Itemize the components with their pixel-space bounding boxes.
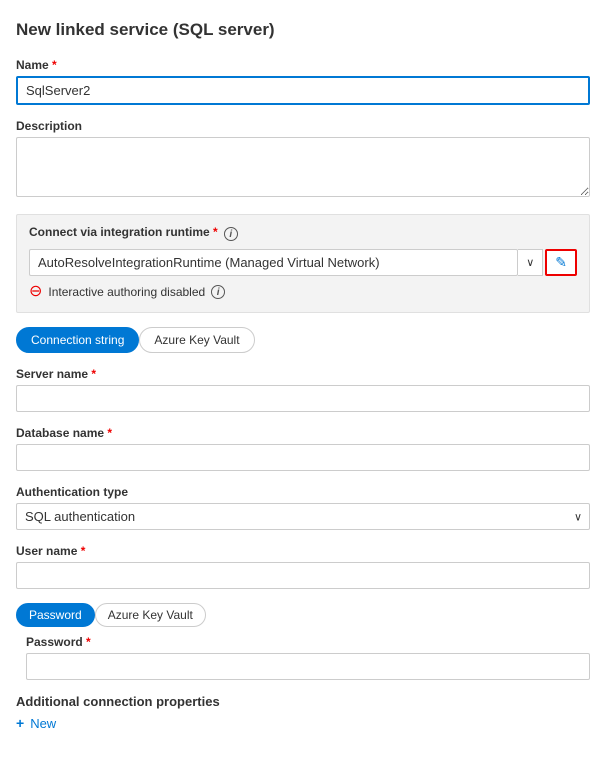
integration-runtime-section: Connect via integration runtime i ∨ ✎ ⊖ … [16,214,590,313]
user-name-label: User name [16,544,590,558]
integration-runtime-label-row: Connect via integration runtime i [29,225,577,243]
password-input[interactable] [26,653,590,680]
auth-type-label: Authentication type [16,485,590,499]
password-azure-key-vault-tab[interactable]: Azure Key Vault [95,603,206,627]
description-label: Description [16,119,590,133]
server-name-input[interactable] [16,385,590,412]
runtime-input-row: ∨ ✎ [29,249,577,276]
password-label: Password [26,635,590,649]
runtime-edit-button[interactable]: ✎ [545,249,577,276]
add-new-row[interactable]: + New [16,715,590,731]
block-icon: ⊖ [29,284,42,300]
server-name-label: Server name [16,367,590,381]
interactive-authoring-info-icon[interactable]: i [211,285,225,299]
password-field-group: Password [26,635,590,680]
additional-connection-group: Additional connection properties + New [16,694,590,731]
auth-type-select[interactable]: SQL authentication Windows authenticatio… [16,503,590,530]
description-textarea[interactable] [16,137,590,197]
user-name-field-group: User name [16,544,590,589]
description-field-group: Description [16,119,590,200]
database-name-label: Database name [16,426,590,440]
password-tab-group: Password Azure Key Vault [16,603,590,627]
interactive-authoring-row: ⊖ Interactive authoring disabled i [29,284,577,300]
server-name-field-group: Server name [16,367,590,412]
page-title: New linked service (SQL server) [16,20,590,40]
database-name-input[interactable] [16,444,590,471]
integration-runtime-label: Connect via integration runtime [29,225,218,239]
integration-runtime-info-icon[interactable]: i [224,227,238,241]
auth-type-select-wrapper: SQL authentication Windows authenticatio… [16,503,590,530]
connection-tab-group: Connection string Azure Key Vault [16,327,590,353]
interactive-authoring-text: Interactive authoring disabled [48,285,205,299]
database-name-field-group: Database name [16,426,590,471]
pencil-icon: ✎ [555,254,567,271]
azure-key-vault-tab[interactable]: Azure Key Vault [139,327,254,353]
auth-type-field-group: Authentication type SQL authentication W… [16,485,590,530]
runtime-dropdown-button[interactable]: ∨ [518,249,543,276]
additional-connection-label: Additional connection properties [16,694,590,709]
name-input[interactable] [16,76,590,105]
name-field-group: Name [16,58,590,105]
plus-icon: + [16,715,24,731]
password-tab[interactable]: Password [16,603,95,627]
runtime-input[interactable] [29,249,518,276]
chevron-down-icon: ∨ [526,256,534,269]
add-new-text[interactable]: New [30,716,56,731]
user-name-input[interactable] [16,562,590,589]
connection-string-tab[interactable]: Connection string [16,327,139,353]
name-label: Name [16,58,590,72]
